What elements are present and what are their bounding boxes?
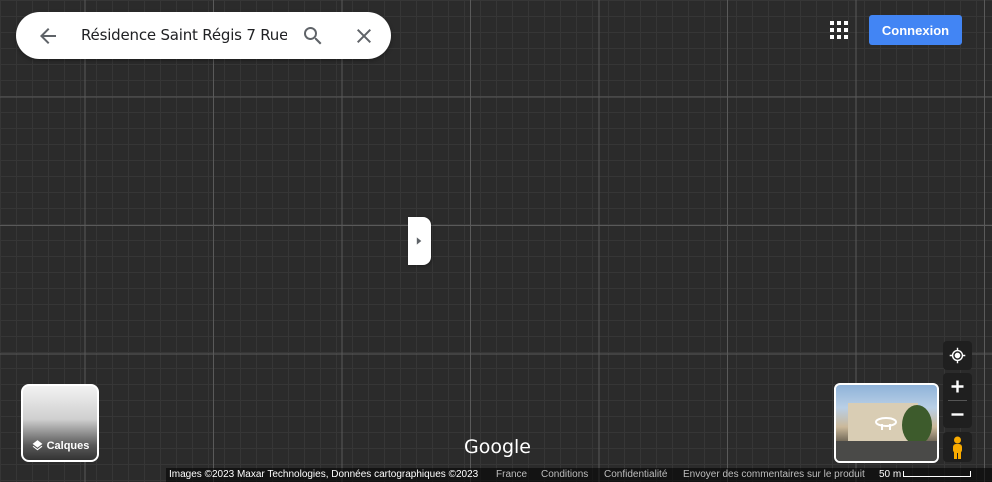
google-logo: Google [464,436,532,458]
map-copyright: Images ©2023 Maxar Technologies, Données… [169,469,479,480]
sign-in-button[interactable]: Connexion [869,15,962,45]
street-view-street [836,441,937,461]
arrow-back-icon[interactable] [36,24,60,48]
country-link[interactable]: France [496,468,527,482]
layers-label: Calques [46,440,90,452]
pegman-icon [953,436,962,459]
my-location-icon [949,347,966,364]
zoom-control [943,373,972,428]
layers-label-row: Calques [23,439,97,452]
layers-icon [32,440,42,451]
street-view-tree [902,405,932,445]
scale-bar [903,471,971,477]
street-view-thumbnail[interactable] [834,383,939,463]
terms-link[interactable]: Conditions [541,468,588,482]
search-box: Résidence Saint Régis 7 Rue de [16,12,391,59]
zoom-out-button[interactable] [943,401,972,428]
search-icon[interactable] [301,24,325,48]
layers-button[interactable]: Calques [21,384,99,462]
map-canvas[interactable]: { "search": { "query": "Résidence Saint … [0,0,992,482]
search-input[interactable]: Résidence Saint Régis 7 Rue de [81,26,287,46]
pegman-button[interactable] [943,432,972,462]
rotate-360-icon [875,417,897,430]
close-icon[interactable] [352,24,376,48]
feedback-link[interactable]: Envoyer des commentaires sur le produit [683,468,865,482]
attribution-bar: Images ©2023 Maxar Technologies, Données… [166,468,992,482]
zoom-in-button[interactable] [943,373,972,400]
scale-label[interactable]: 50 m [879,468,901,482]
chevron-right-icon [416,237,422,245]
privacy-link[interactable]: Confidentialité [604,468,667,482]
my-location-button[interactable] [943,341,972,370]
apps-grid-icon[interactable] [829,20,849,40]
expand-side-panel-button[interactable] [408,217,431,265]
